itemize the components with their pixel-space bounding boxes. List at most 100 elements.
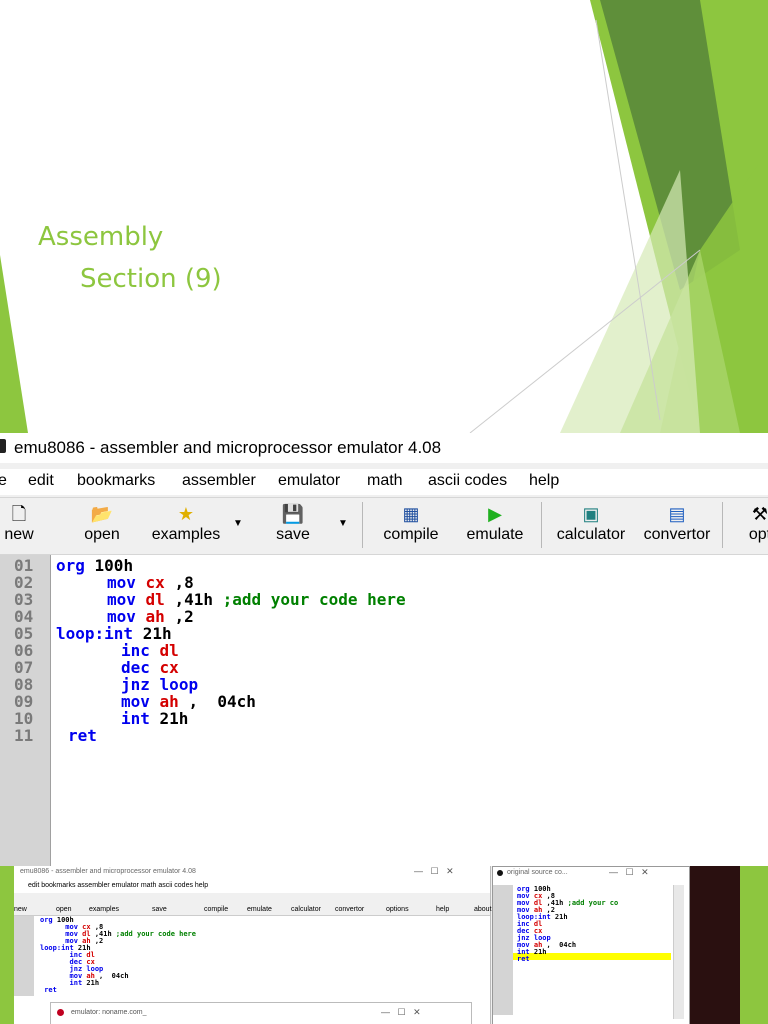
window-title: emu8086 - assembler and microprocessor e… — [14, 438, 442, 457]
small-tb-new[interactable]: new — [14, 906, 27, 913]
line-number: 07 — [14, 658, 34, 677]
small-tb-compile[interactable]: compile — [204, 906, 228, 913]
source-window-controls[interactable]: — ☐ ✕ — [609, 867, 649, 878]
source-gutter — [493, 885, 513, 1015]
small-window-title: emu8086 - assembler and microprocessor e… — [20, 868, 196, 875]
toolbar-separator — [362, 502, 363, 548]
line-number: 10 — [14, 709, 34, 728]
convertor-icon: ▤ — [668, 504, 686, 524]
menu-math[interactable]: math — [367, 472, 403, 490]
dark-green-band — [600, 0, 740, 290]
small-tb-emulate[interactable]: emulate — [247, 906, 272, 913]
small-tb-help[interactable]: help — [436, 906, 449, 913]
small-tb-save[interactable]: save — [152, 906, 167, 913]
convertor-button[interactable]: ▤ convertor — [638, 502, 716, 544]
emulator-window: emulator: noname.com_ — ☐ ✕ — [50, 1002, 472, 1024]
line-number-gutter: 01 02 03 04 05 06 07 08 09 10 11 — [0, 555, 51, 870]
save-button[interactable]: 💾 save — [268, 502, 318, 544]
small-tb-examples[interactable]: examples — [89, 906, 119, 913]
star-icon: ★ — [177, 504, 195, 524]
source-window-title: original source co... — [507, 869, 568, 876]
source-code: org 100h mov cx ,8 mov dl ,41h ;add your… — [517, 885, 619, 963]
code-editor[interactable]: 01 02 03 04 05 06 07 08 09 10 11 org 100… — [0, 555, 768, 870]
menu-bookmarks[interactable]: bookmarks — [77, 472, 155, 490]
green-strip — [0, 866, 14, 1024]
code-line: mov cx ,8 — [107, 573, 194, 592]
small-toolbar: new open examples save compile emulate c… — [14, 893, 492, 916]
line-number: 08 — [14, 675, 34, 694]
code-line: org 100h — [56, 556, 134, 575]
toolbar-separator — [722, 502, 723, 548]
window-titlebar: emu8086 - assembler and microprocessor e… — [0, 433, 768, 463]
code-line: dec cx — [121, 658, 179, 677]
slide-subtitle: Section (9) — [80, 264, 222, 294]
line-number: 05 — [14, 624, 34, 643]
calculator-button[interactable]: ▣ calculator — [550, 502, 632, 544]
code-line: jnz loop — [121, 675, 199, 694]
small-emu-window: emu8086 - assembler and microprocessor e… — [14, 866, 492, 1024]
pale-green-facet — [560, 170, 700, 433]
decor-line — [469, 249, 701, 433]
play-icon: ▶ — [488, 504, 502, 524]
light-green-facet — [620, 250, 740, 433]
emulator-title: emulator: noname.com_ — [71, 1009, 147, 1016]
new-file-icon: 🗋 — [11, 504, 27, 524]
open-folder-icon: 📂 — [90, 504, 114, 524]
line-number: 06 — [14, 641, 34, 660]
options-button[interactable]: ⚒ opt — [740, 502, 768, 544]
code-line: mov ah , 04ch — [121, 692, 256, 711]
code-line: ret — [68, 726, 97, 745]
decor-line — [595, 19, 661, 421]
green-facet — [660, 150, 768, 433]
source-scrollbar[interactable] — [673, 885, 684, 1019]
line-number: 01 — [14, 556, 34, 575]
calculator-icon: ▣ — [582, 504, 600, 524]
toolbar-separator — [541, 502, 542, 548]
small-tb-calculator[interactable]: calculator — [291, 906, 321, 913]
line-number: 03 — [14, 590, 34, 609]
examples-button[interactable]: ★ examples — [148, 502, 224, 544]
line-number: 02 — [14, 573, 34, 592]
code-line: mov ah ,2 — [107, 607, 194, 626]
small-window-controls[interactable]: — ☐ ✕ — [414, 866, 454, 877]
source-window: original source co... — ☐ ✕ org 100h mov… — [492, 866, 690, 1024]
slide-decoration — [0, 0, 768, 433]
menu-ascii-codes[interactable]: ascii codes — [428, 472, 507, 490]
menu-assembler[interactable]: assembler — [182, 472, 256, 490]
open-button[interactable]: 📂 open — [76, 502, 128, 544]
compile-button[interactable]: ▦ compile — [378, 502, 444, 544]
save-dropdown-icon[interactable]: ▼ — [338, 518, 348, 529]
small-tb-about[interactable]: about — [474, 906, 492, 913]
menu-bar: e edit bookmarks assembler emulator math… — [0, 469, 768, 495]
toolbar: 🗋 new 📂 open ★ examples ▼ 💾 save ▼ ▦ com… — [0, 497, 768, 555]
menu-edit[interactable]: edit — [28, 472, 54, 490]
small-menu-bar: edit bookmarks assembler emulator math a… — [28, 882, 209, 889]
small-tb-options[interactable]: options — [386, 906, 409, 913]
line-number: 04 — [14, 607, 34, 626]
examples-dropdown-icon[interactable]: ▼ — [233, 518, 243, 529]
menu-help[interactable]: help — [529, 472, 559, 490]
line-number: 09 — [14, 692, 34, 711]
slide-title: Assembly — [38, 222, 164, 252]
small-tb-open[interactable]: open — [56, 906, 72, 913]
code-line: loop:int 21h — [56, 624, 172, 643]
emulate-button[interactable]: ▶ emulate — [462, 502, 528, 544]
code-line: inc dl — [121, 641, 179, 660]
small-tb-convertor[interactable]: convertor — [335, 906, 364, 913]
code-line: mov dl ,41h ;add your code here — [107, 590, 406, 609]
menu-file[interactable]: e — [0, 472, 7, 490]
right-green-band — [590, 0, 768, 433]
app-icon — [0, 439, 6, 453]
new-button[interactable]: 🗋 new — [0, 502, 44, 544]
emulator-window-controls[interactable]: — ☐ ✕ — [381, 1007, 421, 1018]
source-window-icon — [497, 870, 503, 876]
left-green-triangle — [0, 255, 28, 433]
emulator-icon — [57, 1009, 64, 1016]
floppy-icon: 💾 — [281, 504, 305, 524]
small-code: org 100h mov cx ,8 mov dl ,41h ;add your… — [40, 916, 196, 994]
line-number: 11 — [14, 726, 34, 745]
small-gutter — [14, 916, 34, 996]
compile-icon: ▦ — [402, 504, 420, 524]
menu-emulator[interactable]: emulator — [278, 472, 340, 490]
tools-icon: ⚒ — [751, 504, 768, 524]
